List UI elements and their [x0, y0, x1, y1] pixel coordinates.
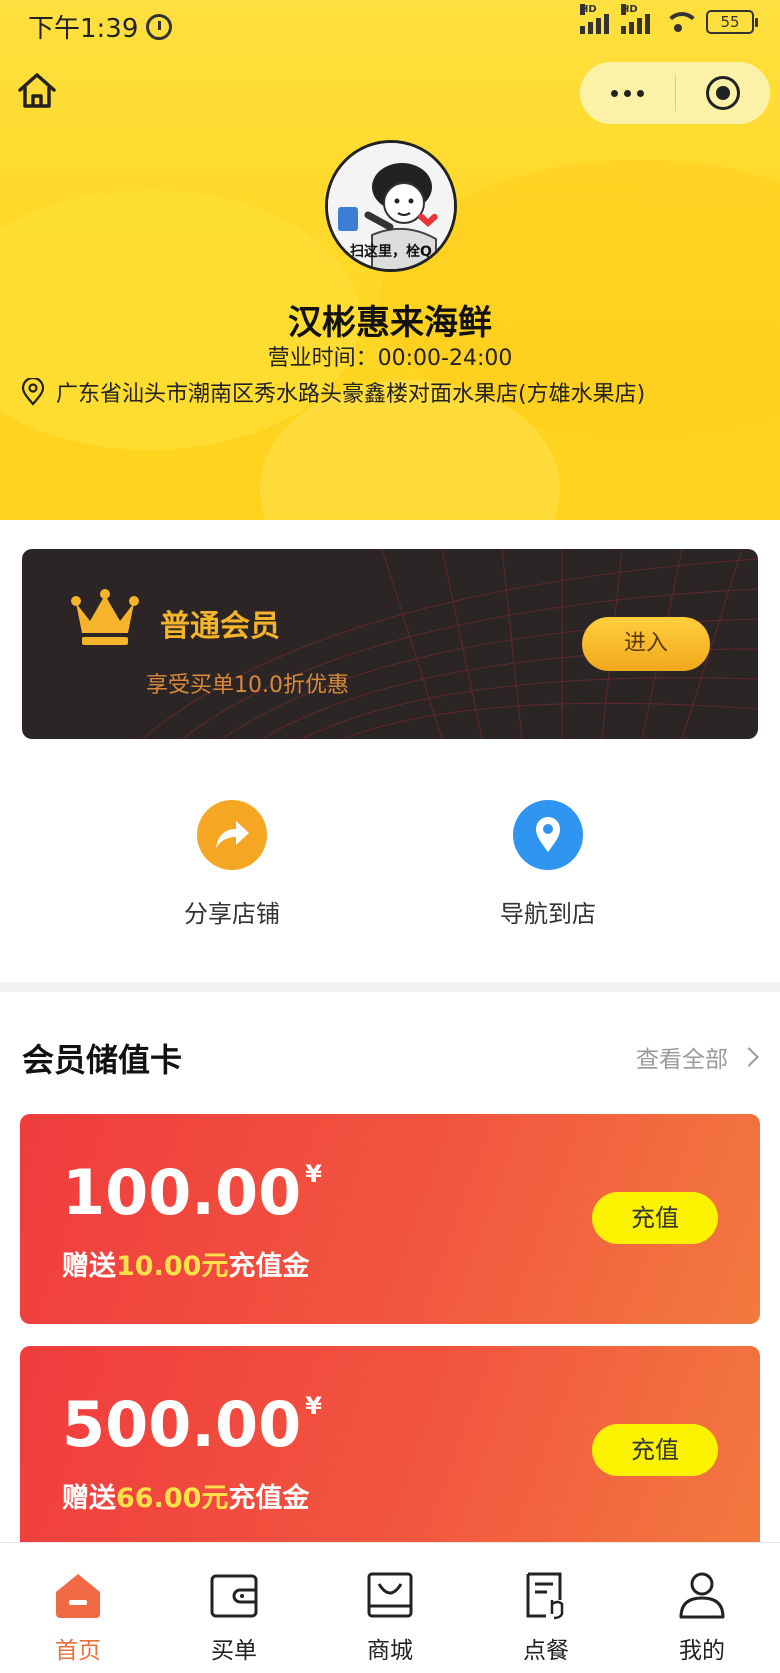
signal-icon: HD: [580, 4, 609, 34]
bottom-tab-bar: 首页 买单 商城 点餐 我的: [0, 1542, 780, 1673]
tab-home-label: 首页: [55, 1638, 101, 1664]
tab-pay[interactable]: 买单: [156, 1543, 312, 1673]
member-level-title: 普通会员: [160, 609, 280, 644]
quick-actions: 分享店铺 导航到店: [0, 800, 780, 940]
wallet-icon: [206, 1567, 262, 1623]
location-pin-icon: [513, 800, 583, 870]
gift-amount: 66.00元: [116, 1483, 229, 1514]
battery-icon: 55: [706, 10, 758, 34]
navigate-to-store-label: 导航到店: [500, 900, 596, 928]
gift-prefix: 赠送: [62, 1251, 116, 1282]
tab-order-label: 点餐: [523, 1638, 569, 1664]
tab-pay-label: 买单: [211, 1638, 257, 1664]
store-header: 下午1:39 HD HD 55 扫这里，栓Q 汉彬惠来海鲜 营业时间：00:00…: [0, 0, 780, 520]
card-amount: 500.00 ¥: [62, 1394, 322, 1456]
share-store-button[interactable]: 分享店铺: [132, 800, 332, 929]
card-amount-value: 100.00: [62, 1156, 302, 1229]
store-avatar: 扫这里，栓Q: [325, 140, 457, 272]
more-dots-icon: [636, 89, 644, 97]
home-button[interactable]: [16, 70, 58, 112]
gift-suffix: 充值金: [228, 1483, 310, 1514]
member-benefit-text: 享受买单10.0折优惠: [146, 673, 349, 698]
tab-home[interactable]: 首页: [0, 1543, 156, 1673]
battery-level: 55: [720, 13, 740, 31]
enter-member-button[interactable]: 进入: [582, 617, 710, 671]
network-type-label: HD: [580, 4, 597, 15]
close-miniprogram-button[interactable]: [676, 62, 771, 124]
more-dots-icon: [623, 89, 631, 97]
recharge-button[interactable]: 充值: [592, 1424, 718, 1476]
status-time-text: 下午1:39: [28, 14, 139, 44]
miniprogram-capsule: [580, 62, 770, 124]
more-dots-icon: [610, 89, 618, 97]
target-circle-icon: [705, 76, 740, 110]
more-menu-button[interactable]: [580, 62, 675, 124]
network-type-label: HD: [621, 4, 638, 15]
order-menu-icon: [518, 1567, 574, 1623]
member-card[interactable]: 普通会员 享受买单10.0折优惠 进入: [22, 549, 758, 739]
gift-amount: 10.00元: [116, 1251, 229, 1282]
section-title: 会员储值卡: [22, 1041, 183, 1079]
store-address[interactable]: 广东省汕头市潮南区秀水路头豪鑫楼对面水果店(方雄水果店): [20, 376, 770, 408]
home-icon: [50, 1567, 106, 1623]
view-all-label: 查看全部: [636, 1047, 728, 1073]
card-gift-text: 赠送66.00元充值金: [62, 1476, 309, 1515]
tab-mine-label: 我的: [679, 1638, 725, 1664]
crown-icon: [71, 589, 139, 645]
location-icon: [21, 378, 45, 406]
gift-prefix: 赠送: [62, 1483, 116, 1514]
alarm-icon: [146, 13, 173, 40]
card-gift-text: 赠送10.00元充值金: [62, 1244, 309, 1283]
avatar-caption: 扫这里，栓Q: [350, 244, 432, 260]
user-icon: [674, 1567, 730, 1623]
signal-icon: HD: [621, 4, 650, 34]
share-store-label: 分享店铺: [184, 900, 280, 928]
store-name: 汉彬惠来海鲜: [288, 303, 492, 343]
status-bar: 下午1:39 HD HD 55: [0, 0, 780, 50]
status-time: 下午1:39: [28, 8, 173, 45]
wifi-icon: [662, 10, 700, 34]
chevron-right-icon: [739, 1047, 759, 1067]
shop-bag-icon: [362, 1567, 418, 1623]
business-hours: 营业时间：00:00-24:00: [267, 346, 513, 371]
card-amount-value: 500.00: [62, 1388, 302, 1461]
section-divider: [0, 982, 780, 992]
home-outline-icon: [18, 73, 56, 108]
tab-order[interactable]: 点餐: [468, 1543, 624, 1673]
currency-symbol: ¥: [305, 1392, 322, 1420]
gift-suffix: 充值金: [228, 1251, 310, 1282]
navigate-to-store-button[interactable]: 导航到店: [448, 800, 648, 929]
store-address-text: 广东省汕头市潮南区秀水路头豪鑫楼对面水果店(方雄水果店): [56, 382, 646, 407]
share-arrow-icon: [197, 800, 267, 870]
currency-symbol: ¥: [305, 1160, 322, 1188]
stored-value-card[interactable]: 500.00 ¥ 赠送66.00元充值金 充值: [20, 1346, 760, 1556]
stored-value-card[interactable]: 100.00 ¥ 赠送10.00元充值金 充值: [20, 1114, 760, 1324]
view-all-link[interactable]: 查看全部: [636, 1040, 759, 1074]
card-amount: 100.00 ¥: [62, 1162, 322, 1224]
system-icons: HD HD 55: [580, 4, 758, 34]
tab-mall-label: 商城: [367, 1638, 413, 1664]
tab-mine[interactable]: 我的: [624, 1543, 780, 1673]
tab-mall[interactable]: 商城: [312, 1543, 468, 1673]
recharge-button[interactable]: 充值: [592, 1192, 718, 1244]
